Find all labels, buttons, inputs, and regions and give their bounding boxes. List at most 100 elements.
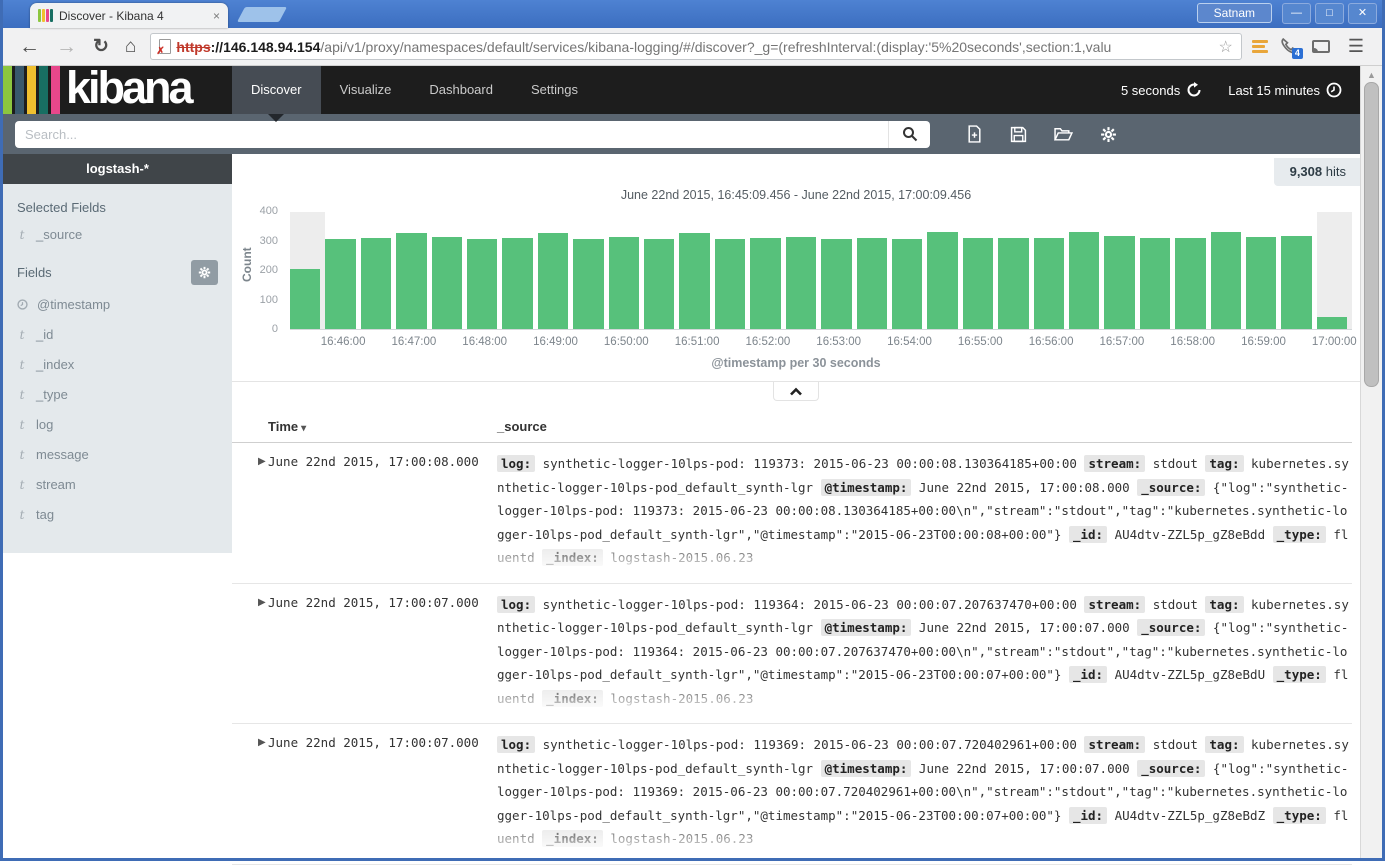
histogram-bar[interactable] [892,239,922,329]
scroll-up-icon[interactable]: ▲ [1361,70,1382,80]
browser-menu-icon[interactable]: ☰ [1348,36,1364,57]
field-item-timestamp[interactable]: @timestamp [17,297,218,312]
histogram-bar[interactable] [361,238,391,329]
document-row: ▶June 22nd 2015, 17:00:08.000log: synthe… [232,443,1352,584]
field-item-id[interactable]: t_id [17,327,218,342]
gear-icon [1100,126,1117,143]
home-icon[interactable]: ⌂ [125,37,136,56]
field-name: _id [36,327,53,342]
tab-close-icon[interactable]: × [213,9,220,23]
field-key-badge: log: [497,736,535,753]
histogram-bar[interactable] [432,237,462,329]
histogram-bar[interactable] [502,238,532,329]
time-column-header[interactable]: Time▾ [268,419,497,434]
url-scheme: https [176,39,210,55]
nav-tab-discover[interactable]: Discover [232,66,321,114]
field-item-message[interactable]: tmessage [17,447,218,462]
histogram-bar[interactable] [573,239,603,329]
reload-icon[interactable]: ↻ [93,37,109,56]
browser-tab[interactable]: Discover - Kibana 4 × [30,3,228,28]
insecure-page-icon[interactable]: ✗ [159,39,171,54]
field-item-source[interactable]: t_source [17,227,218,242]
histogram-slot [290,212,325,329]
histogram-slot [396,212,431,329]
search-button[interactable] [888,121,930,148]
histogram-bar[interactable] [1034,238,1064,329]
histogram-bar[interactable] [1281,236,1311,329]
histogram-bar[interactable] [396,233,426,329]
collapse-chart-button[interactable] [773,382,819,401]
expand-row-icon[interactable]: ▶ [232,452,268,570]
histogram-bar[interactable] [325,239,355,329]
field-key-badge: _source: [1137,619,1205,636]
field-key-badge: stream: [1084,736,1145,753]
histogram-bar[interactable] [644,239,674,329]
histogram-bar[interactable] [1211,232,1241,329]
profile-button[interactable]: Satnam [1197,3,1272,23]
histogram-bar[interactable] [786,237,816,329]
new-search-button[interactable] [966,125,983,143]
field-settings-button[interactable] [191,260,218,285]
search-input[interactable] [15,121,888,148]
scrollbar-thumb[interactable] [1364,82,1379,387]
index-pattern-selector[interactable]: logstash-* [3,154,232,184]
histogram-bar[interactable] [467,239,497,329]
cast-icon[interactable] [1312,40,1330,53]
new-tab-button[interactable] [237,7,287,22]
histogram-bar[interactable] [1069,232,1099,329]
histogram-bar[interactable] [927,232,957,329]
url-host: ://146.148.94.154 [211,39,321,55]
list-extension-icon[interactable] [1252,40,1268,53]
sidebar-body: Selected Fields t_source Fields @timesta… [3,184,232,553]
open-search-button[interactable] [1054,126,1073,142]
row-truncation-fade [497,684,1350,710]
histogram-bar[interactable] [715,239,745,329]
histogram-bar[interactable] [998,238,1028,329]
histogram-bar[interactable] [679,233,709,329]
row-time: June 22nd 2015, 17:00:07.000 [268,733,497,851]
chevron-up-icon [789,387,803,396]
histogram-bar[interactable] [857,238,887,329]
time-range-button[interactable]: Last 15 minutes [1228,82,1342,98]
histogram-bar[interactable] [290,269,320,329]
nav-tab-dashboard[interactable]: Dashboard [410,66,512,114]
field-item-type[interactable]: t_type [17,387,218,402]
nav-tab-visualize[interactable]: Visualize [321,66,411,114]
x-tick-label: 16:53:00 [816,336,861,348]
histogram-bar[interactable] [963,238,993,329]
histogram-bar[interactable] [750,238,780,329]
histogram-bar[interactable] [1317,317,1347,329]
back-icon[interactable]: ← [19,36,40,57]
field-item-stream[interactable]: tstream [17,477,218,492]
histogram-bar[interactable] [538,233,568,329]
field-item-log[interactable]: tlog [17,417,218,432]
histogram-bar[interactable] [1175,238,1205,329]
close-button[interactable]: ✕ [1348,3,1377,24]
field-item-tag[interactable]: ttag [17,507,218,522]
histogram-slot [998,212,1033,329]
nav-tab-settings[interactable]: Settings [512,66,597,114]
url-bar[interactable]: ✗ https://146.148.94.154/api/v1/proxy/na… [150,33,1241,60]
field-item-index[interactable]: t_index [17,357,218,372]
histogram-bar[interactable] [1246,237,1276,329]
settings-button[interactable] [1100,126,1117,143]
page-scrollbar[interactable]: ▲ [1360,66,1382,858]
histogram-slot [1211,212,1246,329]
histogram-bar[interactable] [821,239,851,329]
histogram-slot [750,212,785,329]
field-key-badge: @timestamp: [821,619,912,636]
phone-extension-icon[interactable]: 4 [1280,38,1300,56]
open-folder-icon [1054,126,1073,142]
minimize-button[interactable]: — [1282,3,1311,24]
expand-row-icon[interactable]: ▶ [232,733,268,851]
refresh-interval-button[interactable]: 5 seconds [1121,82,1202,98]
kibana-logo[interactable]: kibana [3,66,232,114]
row-source: log: synthetic-logger-10lps-pod: 119369:… [497,733,1350,851]
bookmark-star-icon[interactable]: ☆ [1219,37,1233,57]
maximize-button[interactable]: □ [1315,3,1344,24]
histogram-bar[interactable] [1140,238,1170,329]
histogram-bar[interactable] [609,237,639,329]
expand-row-icon[interactable]: ▶ [232,593,268,711]
histogram-bar[interactable] [1104,236,1134,329]
save-search-button[interactable] [1010,126,1027,143]
